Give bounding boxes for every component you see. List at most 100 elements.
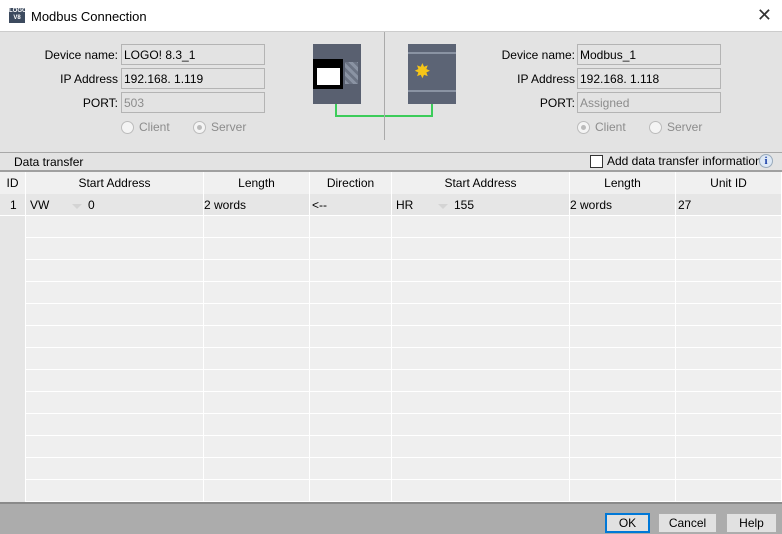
empty-table-row[interactable] — [0, 436, 782, 458]
empty-cell — [392, 304, 570, 326]
empty-cell — [392, 282, 570, 304]
local-port-label: PORT: — [82, 96, 118, 110]
empty-cell — [570, 458, 676, 480]
empty-cell — [0, 326, 26, 348]
help-button[interactable]: Help — [726, 513, 777, 533]
empty-cell — [570, 436, 676, 458]
dropdown-icon[interactable] — [438, 204, 448, 209]
local-ip-field[interactable]: 192.168. 1.119 — [121, 68, 265, 89]
empty-cell — [570, 260, 676, 282]
local-type: VW — [30, 198, 50, 212]
empty-cell — [570, 480, 676, 502]
empty-cell — [26, 326, 204, 348]
radio-label: Client — [595, 120, 626, 134]
col-id: ID — [0, 172, 26, 194]
empty-table-row[interactable] — [0, 216, 782, 238]
empty-table-row[interactable] — [0, 348, 782, 370]
empty-cell — [310, 238, 392, 260]
empty-table-row[interactable] — [0, 392, 782, 414]
empty-cell — [204, 238, 310, 260]
cell-direction[interactable]: <-- — [310, 194, 392, 216]
empty-cell — [570, 392, 676, 414]
table-header: ID Start Address Length Direction Start … — [0, 172, 782, 194]
empty-table-row[interactable] — [0, 304, 782, 326]
dropdown-icon[interactable] — [72, 204, 82, 209]
add-info-checkbox[interactable]: Add data transfer information — [590, 154, 762, 168]
radio-label: Server — [667, 120, 703, 134]
remote-port-field: Assigned — [577, 92, 721, 113]
cell-remote-length[interactable]: 2 words — [570, 194, 676, 216]
cell-local-start[interactable]: VW 0 — [26, 194, 204, 216]
empty-cell — [310, 480, 392, 502]
empty-cell — [204, 304, 310, 326]
empty-table-row[interactable] — [0, 458, 782, 480]
empty-cell — [204, 436, 310, 458]
empty-table-row[interactable] — [0, 326, 782, 348]
ok-button[interactable]: OK — [605, 513, 650, 533]
cell-local-length[interactable]: 2 words — [204, 194, 310, 216]
empty-cell — [392, 436, 570, 458]
empty-cell — [0, 370, 26, 392]
empty-table-row[interactable] — [0, 370, 782, 392]
empty-cell — [204, 392, 310, 414]
radio-label: Client — [139, 120, 170, 134]
empty-cell — [204, 216, 310, 238]
remote-type: HR — [396, 198, 414, 212]
empty-cell — [676, 392, 782, 414]
remote-client-radio[interactable]: Client — [577, 120, 626, 134]
empty-cell — [0, 348, 26, 370]
empty-cell — [204, 326, 310, 348]
local-device-name-field[interactable]: LOGO! 8.3_1 — [121, 44, 265, 65]
cell-remote-start[interactable]: HR 155 — [392, 194, 570, 216]
empty-cell — [570, 370, 676, 392]
title-bar: LOGO V8 Modbus Connection ✕ — [0, 0, 782, 32]
cell-unit-id[interactable]: 27 — [676, 194, 782, 216]
empty-table-row[interactable] — [0, 260, 782, 282]
empty-cell — [676, 370, 782, 392]
remote-server-radio[interactable]: Server — [649, 120, 702, 134]
local-server-radio[interactable]: Server — [193, 120, 246, 134]
empty-cell — [310, 260, 392, 282]
empty-cell — [676, 238, 782, 260]
remote-ip-field[interactable]: 192.168. 1.118 — [577, 68, 721, 89]
local-port-field: 503 — [121, 92, 265, 113]
table-row[interactable]: 1 VW 0 2 words <-- HR 155 2 words 27 — [0, 194, 782, 216]
empty-table-row[interactable] — [0, 480, 782, 502]
remote-addr: 155 — [454, 198, 475, 212]
empty-cell — [310, 304, 392, 326]
empty-cell — [310, 370, 392, 392]
empty-cell — [392, 238, 570, 260]
local-client-radio[interactable]: Client — [121, 120, 170, 134]
empty-cell — [0, 414, 26, 436]
empty-cell — [204, 370, 310, 392]
section-title: Data transfer — [14, 155, 84, 169]
radio-icon — [193, 120, 206, 134]
empty-cell — [676, 480, 782, 502]
local-addr: 0 — [88, 198, 95, 212]
empty-cell — [26, 216, 204, 238]
empty-table-row[interactable] — [0, 238, 782, 260]
checkbox-icon — [590, 154, 603, 168]
remote-port-label: PORT: — [539, 96, 575, 110]
empty-cell — [392, 326, 570, 348]
empty-cell — [310, 348, 392, 370]
empty-cell — [570, 348, 676, 370]
empty-cell — [392, 392, 570, 414]
empty-cell — [676, 348, 782, 370]
empty-cell — [26, 304, 204, 326]
empty-table-row[interactable] — [0, 282, 782, 304]
local-device-name-label: Device name: — [44, 48, 118, 62]
info-icon[interactable]: i — [759, 154, 773, 168]
remote-device-name-field[interactable]: Modbus_1 — [577, 44, 721, 65]
empty-cell — [310, 414, 392, 436]
empty-cell — [0, 392, 26, 414]
empty-cell — [26, 392, 204, 414]
empty-cell — [26, 436, 204, 458]
remote-ip-label: IP Address — [517, 72, 575, 86]
col-remote-start: Start Address — [392, 172, 570, 194]
empty-table-row[interactable] — [0, 414, 782, 436]
radio-icon — [121, 120, 134, 134]
empty-cell — [676, 216, 782, 238]
close-icon[interactable]: ✕ — [757, 5, 772, 26]
cancel-button[interactable]: Cancel — [658, 513, 717, 533]
